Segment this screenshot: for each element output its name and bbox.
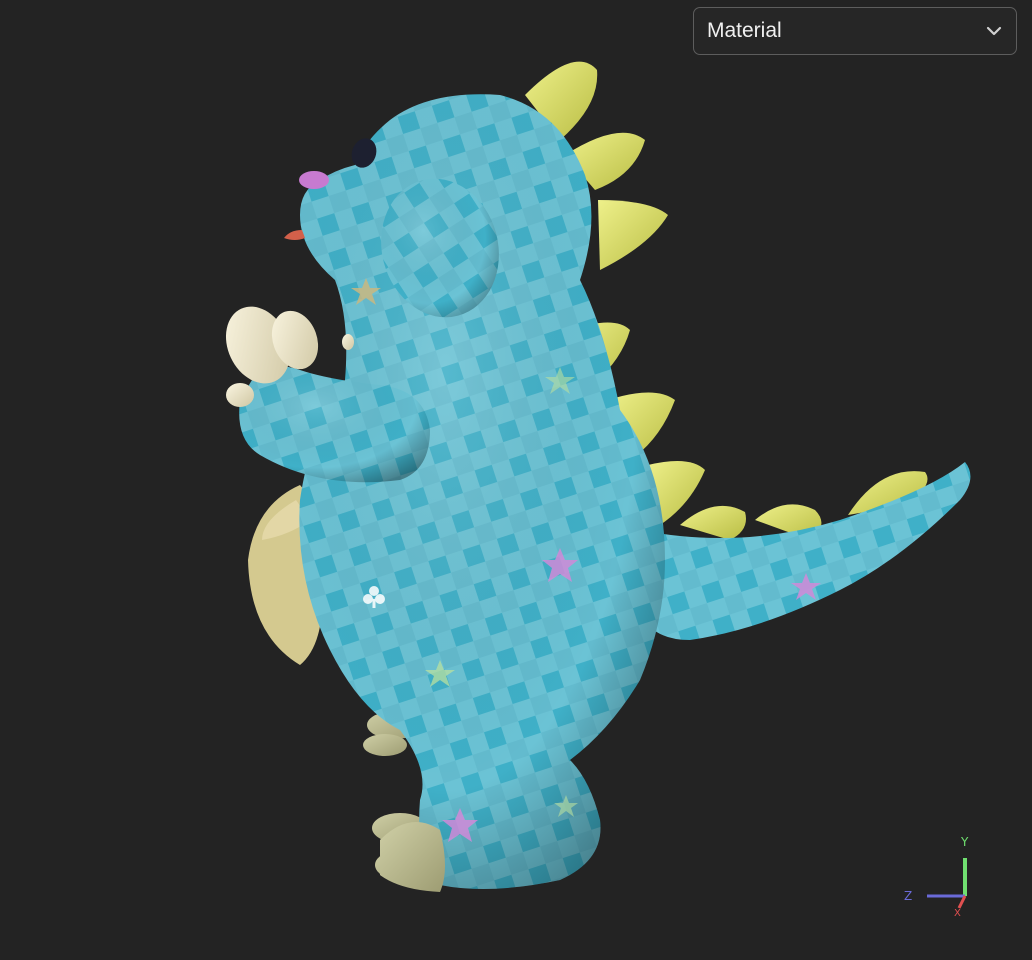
3d-viewport[interactable]: Material Y Z X bbox=[0, 0, 1032, 960]
shading-mode-dropdown[interactable]: Material bbox=[693, 7, 1017, 55]
nose bbox=[299, 171, 329, 189]
front-foot bbox=[380, 822, 445, 892]
shading-mode-value: Material bbox=[707, 19, 782, 42]
axis-y-label: Y bbox=[961, 835, 969, 849]
axis-lines bbox=[927, 858, 967, 909]
chevron-down-icon bbox=[986, 26, 1002, 36]
tongue bbox=[284, 230, 305, 240]
axis-gizmo[interactable]: Y Z X bbox=[895, 828, 985, 928]
axis-x-label: X bbox=[954, 908, 961, 919]
dinosaur-model[interactable] bbox=[0, 0, 1032, 960]
axis-z-label: Z bbox=[904, 889, 913, 903]
